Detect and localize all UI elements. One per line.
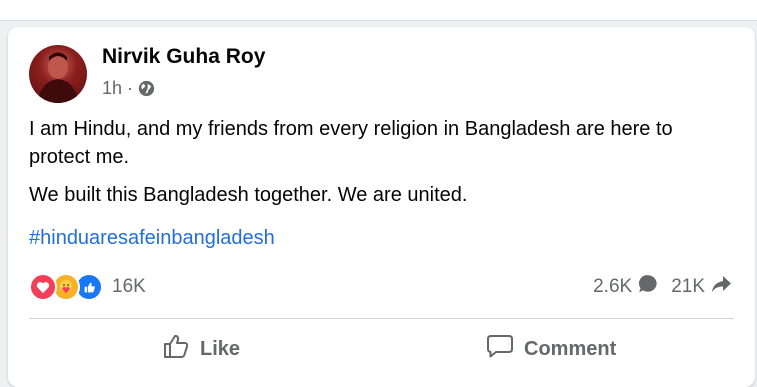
top-strip (0, 0, 757, 21)
author-name[interactable]: Nirvik Guha Roy (102, 45, 265, 69)
comment-count: 2.6K (593, 276, 633, 297)
reaction-count[interactable]: 16K (112, 276, 146, 298)
share-count: 21K (671, 276, 705, 297)
like-button[interactable]: Like (162, 331, 240, 367)
globe-icon[interactable] (138, 80, 155, 97)
avatar[interactable] (29, 45, 87, 103)
share-arrow-icon (710, 274, 732, 300)
share-stat[interactable]: 21K (671, 274, 732, 300)
post-meta: 1h · (102, 78, 155, 98)
reaction-summary[interactable]: 16K (29, 273, 146, 301)
comment-icon (486, 333, 514, 365)
comment-button[interactable]: Comment (486, 331, 616, 367)
comment-stat[interactable]: 2.6K (593, 273, 659, 301)
post-paragraph: I am Hindu, and my friends from every re… (29, 118, 673, 168)
love-icon (29, 273, 57, 301)
thumbs-up-icon (162, 333, 190, 365)
meta-separator: · (127, 77, 134, 98)
post-body: I am Hindu, and my friends from every re… (29, 115, 739, 219)
like-label: Like (200, 337, 241, 360)
hashtag-link[interactable]: #hinduaresafeinbangladesh (29, 227, 275, 250)
post-card: Nirvik Guha Roy 1h · I am Hindu, and my … (8, 27, 755, 387)
comment-label: Comment (524, 337, 617, 360)
post-paragraph: We built this Bangladesh together. We ar… (29, 184, 468, 206)
comment-bubble-icon (637, 273, 659, 301)
engagement-stats: 2.6K 21K (593, 273, 732, 301)
divider (29, 318, 734, 319)
post-time[interactable]: 1h (102, 78, 122, 99)
